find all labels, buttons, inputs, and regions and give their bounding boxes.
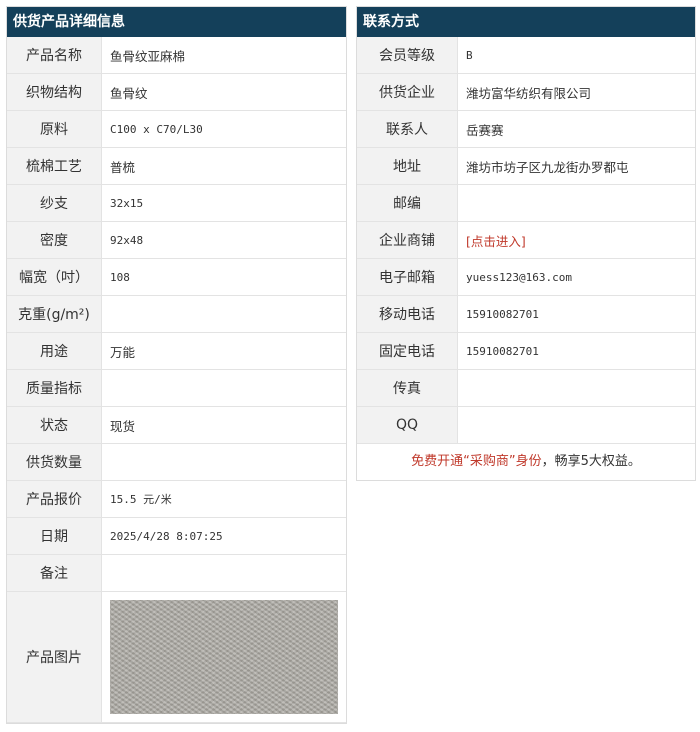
usage-value: 万能 bbox=[101, 332, 346, 370]
row-label: 纱支 bbox=[7, 184, 102, 222]
member-level-value: B bbox=[457, 37, 695, 74]
remarks-value bbox=[101, 554, 346, 592]
row-label: 备注 bbox=[7, 554, 102, 592]
contact-person-value: 岳赛赛 bbox=[457, 110, 695, 148]
row-label: 质量指标 bbox=[7, 369, 102, 407]
product-detail-table: 产品名称 鱼骨纹亚麻棉 织物结构 鱼骨纹 原料 C100 x C70/L30 梳… bbox=[7, 37, 346, 723]
supply-quantity-value bbox=[101, 443, 346, 481]
table-row: 会员等级 B bbox=[357, 37, 695, 74]
table-row: 固定电话 15910082701 bbox=[357, 332, 695, 370]
row-label: 移动电话 bbox=[357, 295, 458, 333]
row-label: 固定电话 bbox=[357, 332, 458, 370]
email-value: yuess123@163.com bbox=[457, 258, 695, 296]
buyer-promo: 免费开通“采购商”身份，畅享5大权益。 bbox=[357, 444, 695, 480]
width-value: 108 bbox=[101, 258, 346, 296]
row-label: 日期 bbox=[7, 517, 102, 555]
table-row: 用途 万能 bbox=[7, 332, 346, 370]
table-row: QQ bbox=[357, 406, 695, 444]
table-row: 产品图片 bbox=[7, 591, 346, 723]
fabric-structure-value: 鱼骨纹 bbox=[101, 73, 346, 111]
table-row: 供货数量 bbox=[7, 443, 346, 481]
contact-panel: 联系方式 会员等级 B 供货企业 潍坊富华纺织有限公司 联系人 岳赛赛 地址 潍… bbox=[356, 6, 696, 481]
carding-process-value: 普梳 bbox=[101, 147, 346, 185]
table-row: 日期 2025/4/28 8:07:25 bbox=[7, 517, 346, 555]
product-detail-panel: 供货产品详细信息 产品名称 鱼骨纹亚麻棉 织物结构 鱼骨纹 原料 C100 x … bbox=[6, 6, 347, 724]
yarn-count-value: 32x15 bbox=[101, 184, 346, 222]
table-row: 幅宽（吋） 108 bbox=[7, 258, 346, 296]
quality-value bbox=[101, 369, 346, 407]
row-label: 密度 bbox=[7, 221, 102, 259]
row-label: 邮编 bbox=[357, 184, 458, 222]
table-row: 供货企业 潍坊富华纺织有限公司 bbox=[357, 73, 695, 111]
row-label: 传真 bbox=[357, 369, 458, 407]
table-row: 产品名称 鱼骨纹亚麻棉 bbox=[7, 37, 346, 74]
row-label: 企业商铺 bbox=[357, 221, 458, 259]
row-label: 供货数量 bbox=[7, 443, 102, 481]
date-value: 2025/4/28 8:07:25 bbox=[101, 517, 346, 555]
table-row: 织物结构 鱼骨纹 bbox=[7, 73, 346, 111]
table-row: 原料 C100 x C70/L30 bbox=[7, 110, 346, 148]
mobile-value: 15910082701 bbox=[457, 295, 695, 333]
promo-benefits-text: ，畅享5大权益。 bbox=[541, 454, 641, 469]
density-value: 92x48 bbox=[101, 221, 346, 259]
contact-header: 联系方式 bbox=[357, 7, 695, 37]
status-value: 现货 bbox=[101, 406, 346, 444]
table-row: 产品报价 15.5 元/米 bbox=[7, 480, 346, 518]
table-row: 备注 bbox=[7, 554, 346, 592]
row-label: 电子邮箱 bbox=[357, 258, 458, 296]
table-row: 纱支 32x15 bbox=[7, 184, 346, 222]
promo-open-link[interactable]: 免费开通 bbox=[411, 454, 463, 469]
table-row: 状态 现货 bbox=[7, 406, 346, 444]
row-label: 原料 bbox=[7, 110, 102, 148]
product-image[interactable] bbox=[110, 600, 338, 714]
weight-value bbox=[101, 295, 346, 333]
row-label: 联系人 bbox=[357, 110, 458, 148]
row-label: 会员等级 bbox=[357, 37, 458, 74]
row-label: 产品图片 bbox=[7, 591, 102, 723]
table-row: 传真 bbox=[357, 369, 695, 407]
table-row: 移动电话 15910082701 bbox=[357, 295, 695, 333]
table-row: 密度 92x48 bbox=[7, 221, 346, 259]
table-row: 联系人 岳赛赛 bbox=[357, 110, 695, 148]
table-row: 质量指标 bbox=[7, 369, 346, 407]
table-row: 克重(g/m²) bbox=[7, 295, 346, 333]
postcode-value bbox=[457, 184, 695, 222]
contact-table: 会员等级 B 供货企业 潍坊富华纺织有限公司 联系人 岳赛赛 地址 潍坊市坊子区… bbox=[357, 37, 695, 444]
row-label: 梳棉工艺 bbox=[7, 147, 102, 185]
table-row: 梳棉工艺 普梳 bbox=[7, 147, 346, 185]
shop-link-cell: [点击进入] bbox=[457, 221, 695, 259]
product-detail-header: 供货产品详细信息 bbox=[7, 7, 346, 37]
row-label: QQ bbox=[357, 406, 458, 444]
price-value: 15.5 元/米 bbox=[101, 480, 346, 518]
qq-value bbox=[457, 406, 695, 444]
table-row: 企业商铺 [点击进入] bbox=[357, 221, 695, 259]
product-name-value: 鱼骨纹亚麻棉 bbox=[101, 37, 346, 74]
row-label: 织物结构 bbox=[7, 73, 102, 111]
row-label: 克重(g/m²) bbox=[7, 295, 102, 333]
row-label: 状态 bbox=[7, 406, 102, 444]
landline-value: 15910082701 bbox=[457, 332, 695, 370]
table-row: 地址 潍坊市坊子区九龙街办罗都屯 bbox=[357, 147, 695, 185]
row-label: 地址 bbox=[357, 147, 458, 185]
enter-shop-link[interactable]: [点击进入] bbox=[466, 234, 526, 249]
row-label: 幅宽（吋） bbox=[7, 258, 102, 296]
address-value: 潍坊市坊子区九龙街办罗都屯 bbox=[457, 147, 695, 185]
supplier-company-value: 潍坊富华纺织有限公司 bbox=[457, 73, 695, 111]
row-label: 产品名称 bbox=[7, 37, 102, 74]
table-row: 电子邮箱 yuess123@163.com bbox=[357, 258, 695, 296]
row-label: 供货企业 bbox=[357, 73, 458, 111]
row-label: 用途 bbox=[7, 332, 102, 370]
material-value: C100 x C70/L30 bbox=[101, 110, 346, 148]
row-label: 产品报价 bbox=[7, 480, 102, 518]
fax-value bbox=[457, 369, 695, 407]
table-row: 邮编 bbox=[357, 184, 695, 222]
promo-buyer-link[interactable]: “采购商”身份 bbox=[463, 454, 541, 469]
product-image-cell bbox=[101, 591, 346, 723]
